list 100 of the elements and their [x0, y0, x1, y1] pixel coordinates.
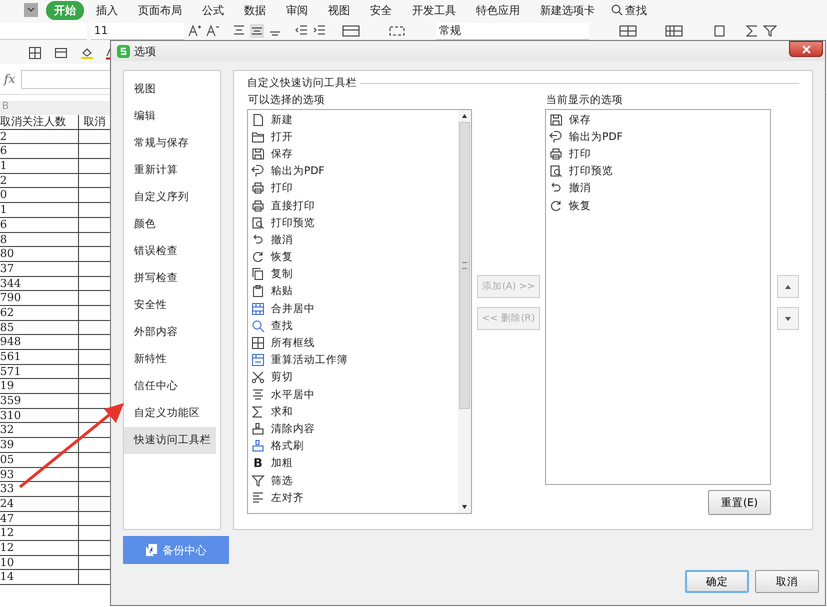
list-item[interactable]: 求和 — [248, 403, 458, 420]
ribbon-tab[interactable]: 特色应用 — [468, 0, 528, 20]
nav-item[interactable]: 编辑 — [124, 103, 216, 130]
list-item[interactable]: 输出为PDF — [546, 128, 770, 146]
nav-item[interactable]: 自定义序列 — [124, 184, 216, 211]
nav-item[interactable]: 外部内容 — [124, 319, 216, 346]
search-button[interactable]: 查找 — [611, 2, 647, 18]
list-item[interactable]: B 加粗 — [248, 454, 458, 472]
list-item[interactable]: 打印 — [248, 180, 458, 197]
list-item[interactable]: 输出为PDF — [248, 162, 458, 180]
funnel-icon[interactable] — [763, 24, 777, 38]
grid-icon[interactable] — [617, 24, 639, 38]
list-item[interactable]: 复制 — [248, 266, 458, 283]
list-item[interactable]: 清除内容 — [248, 420, 458, 438]
eraser-icon — [251, 422, 265, 436]
dropdown-icon[interactable] — [24, 3, 38, 17]
nav-item[interactable]: 新特性 — [124, 346, 216, 373]
list-item[interactable]: 撤消 — [546, 180, 770, 197]
list-item[interactable]: 新建 — [248, 111, 458, 128]
close-button[interactable] — [789, 41, 823, 57]
close-icon — [802, 44, 810, 54]
list-item[interactable]: 粘贴 — [248, 282, 458, 300]
search-icon — [611, 4, 623, 16]
list-item[interactable]: 直接打印 — [248, 196, 458, 214]
move-up-button[interactable] — [777, 275, 799, 298]
nav-item[interactable]: 错误检查 — [124, 238, 216, 265]
table-cell: 80 — [0, 247, 80, 261]
nav-item[interactable]: 拼写检查 — [124, 265, 216, 292]
number-format-field[interactable]: 常规 — [436, 22, 589, 40]
scroll-up-icon[interactable] — [462, 114, 467, 118]
shrink-font-icon[interactable] — [206, 24, 220, 38]
cell-style-icon[interactable] — [54, 46, 68, 60]
nav-item[interactable]: 重新计算 — [124, 157, 216, 184]
printer-icon — [251, 198, 265, 213]
font-size-field[interactable]: 11 — [91, 22, 184, 40]
ribbon-tab[interactable]: 新建选项卡 — [532, 0, 603, 20]
table-cell: 344 — [0, 276, 80, 290]
list-item[interactable]: 打开 — [248, 128, 458, 146]
list-item[interactable]: 重算活动工作簿 — [248, 352, 458, 369]
nav-item[interactable]: 视图 — [124, 76, 216, 103]
font-name-field[interactable] — [0, 22, 87, 40]
list-item[interactable]: 格式刷 — [248, 438, 458, 455]
center-align-icon — [251, 388, 265, 402]
borders-icon[interactable] — [28, 46, 42, 60]
nav-item[interactable]: 自定义功能区 — [124, 400, 216, 427]
list-item[interactable]: 左对齐 — [248, 489, 458, 506]
list-item[interactable]: 所有框线 — [248, 334, 458, 352]
list-item[interactable]: 查找 — [248, 317, 458, 334]
table-cell: 6 — [0, 218, 80, 232]
grow-font-icon[interactable] — [188, 24, 202, 38]
scroll-down-icon[interactable] — [462, 505, 467, 509]
align-middle-icon[interactable] — [250, 24, 264, 38]
bold-icon: B — [251, 456, 265, 470]
ribbon-tab[interactable]: 审阅 — [278, 0, 316, 20]
sigma-icon[interactable] — [745, 24, 759, 38]
grid-icon[interactable] — [663, 24, 685, 38]
ribbon-tab[interactable]: 开发工具 — [404, 0, 464, 20]
table-icon[interactable] — [340, 24, 362, 38]
reset-button[interactable]: 重置(E) — [708, 490, 771, 515]
nav-item[interactable]: 安全性 — [124, 292, 216, 319]
list-item[interactable]: 打印预览 — [248, 214, 458, 232]
ribbon-tab[interactable]: 数据 — [236, 0, 274, 20]
list-item[interactable]: 撤消 — [248, 231, 458, 248]
list-item[interactable]: 剪切 — [248, 368, 458, 386]
merge-cells-icon — [251, 302, 265, 316]
list-item[interactable]: 水平居中 — [248, 386, 458, 404]
nav-item[interactable]: 颜色 — [124, 211, 216, 238]
list-item[interactable]: 恢复 — [248, 248, 458, 266]
ribbon-tab[interactable]: 公式 — [194, 0, 232, 20]
nav-item[interactable]: 信任中心 — [124, 373, 216, 400]
group-title: 自定义快速访问工具栏 — [247, 76, 357, 90]
list-item[interactable]: 打印 — [546, 145, 770, 163]
table-cell: 948 — [0, 335, 80, 349]
ok-button[interactable]: 确定 — [685, 570, 749, 593]
table-cell: 571 — [0, 364, 80, 378]
move-down-button[interactable] — [777, 307, 799, 330]
table-cell: 37 — [0, 262, 80, 276]
table-cell: 24 — [0, 496, 80, 511]
nav-item[interactable]: 快速访问工具栏 — [124, 427, 216, 454]
caret-down-icon — [785, 316, 791, 320]
copy-icon — [251, 267, 265, 282]
list-item[interactable]: 打印预览 — [546, 162, 770, 180]
ribbon-tab[interactable]: 安全 — [362, 0, 400, 20]
scroll-thumb[interactable] — [458, 122, 470, 409]
list-item[interactable]: 保存 — [248, 145, 458, 163]
list-item[interactable]: 保存 — [546, 111, 770, 128]
table-cell: 2 — [0, 130, 80, 144]
brush-icon — [251, 439, 265, 454]
fill-color-icon[interactable] — [80, 46, 94, 60]
scrollbar[interactable] — [458, 110, 471, 513]
cancel-button[interactable]: 取消 — [755, 570, 819, 593]
ribbon-tab[interactable]: 插入 — [88, 0, 126, 20]
list-item[interactable]: 筛选 — [248, 472, 458, 490]
page-magnifier-icon — [549, 164, 564, 178]
caret-up-icon — [785, 284, 791, 288]
ribbon-tab[interactable]: 视图 — [320, 0, 358, 20]
nav-item[interactable]: 常规与保存 — [124, 130, 216, 157]
list-item[interactable]: 恢复 — [546, 196, 770, 214]
list-item[interactable]: 合并居中 — [248, 300, 458, 318]
ribbon-tab[interactable]: 页面布局 — [130, 0, 190, 20]
